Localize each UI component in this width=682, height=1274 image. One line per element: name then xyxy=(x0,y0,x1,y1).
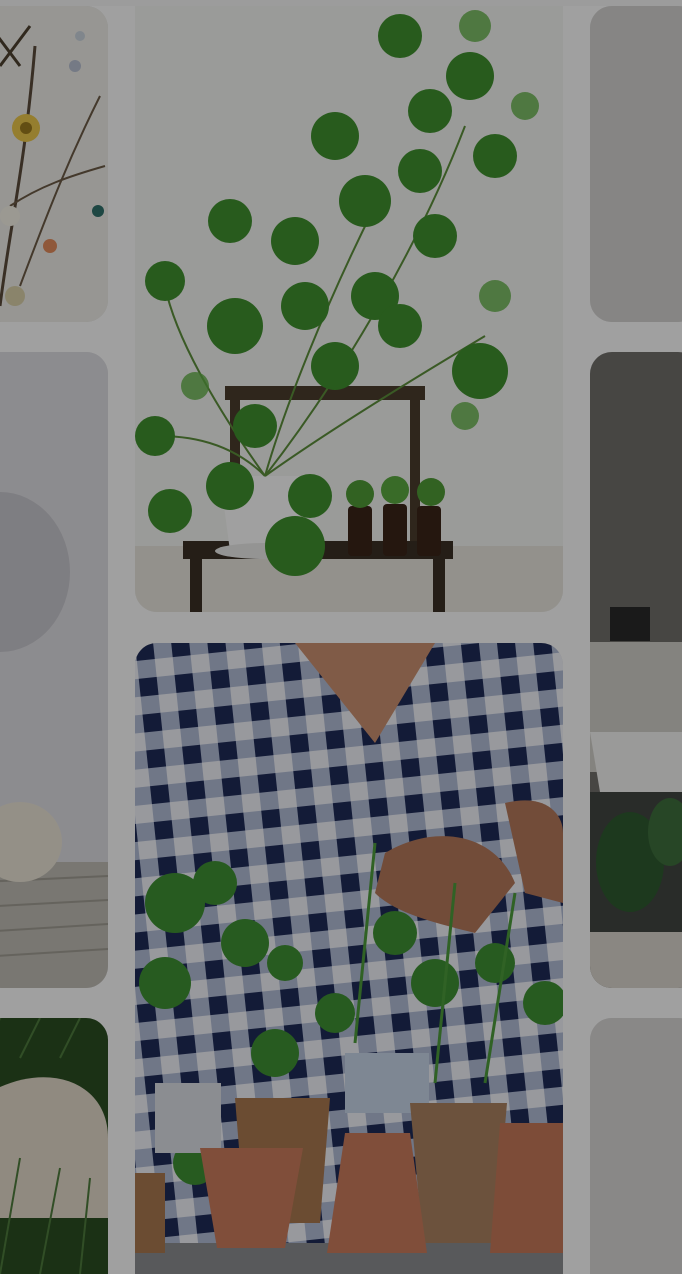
pin-card-interior[interactable] xyxy=(0,352,108,988)
pin-card-bathroom[interactable] xyxy=(590,352,682,988)
pin-image-herb-pots xyxy=(135,643,563,1274)
pin-card-grey-wall[interactable] xyxy=(590,6,682,322)
pin-card-blank[interactable] xyxy=(590,1018,682,1274)
pin-grid xyxy=(0,0,682,1274)
pin-image-bathroom xyxy=(590,352,682,988)
pin-card-garden-stone[interactable] xyxy=(0,1018,108,1274)
pin-image-dried-flowers xyxy=(0,6,108,322)
pin-card-dried-flowers[interactable] xyxy=(0,6,108,322)
pin-image-pilea-plant xyxy=(135,6,563,612)
pin-image-garden-stone xyxy=(0,1018,108,1274)
pin-image-interior xyxy=(0,352,108,988)
pin-image-blank xyxy=(590,1018,682,1274)
pin-card-pilea-plant[interactable] xyxy=(135,6,563,612)
pin-image-grey-wall xyxy=(590,6,682,322)
pin-card-herb-pots[interactable] xyxy=(135,643,563,1274)
